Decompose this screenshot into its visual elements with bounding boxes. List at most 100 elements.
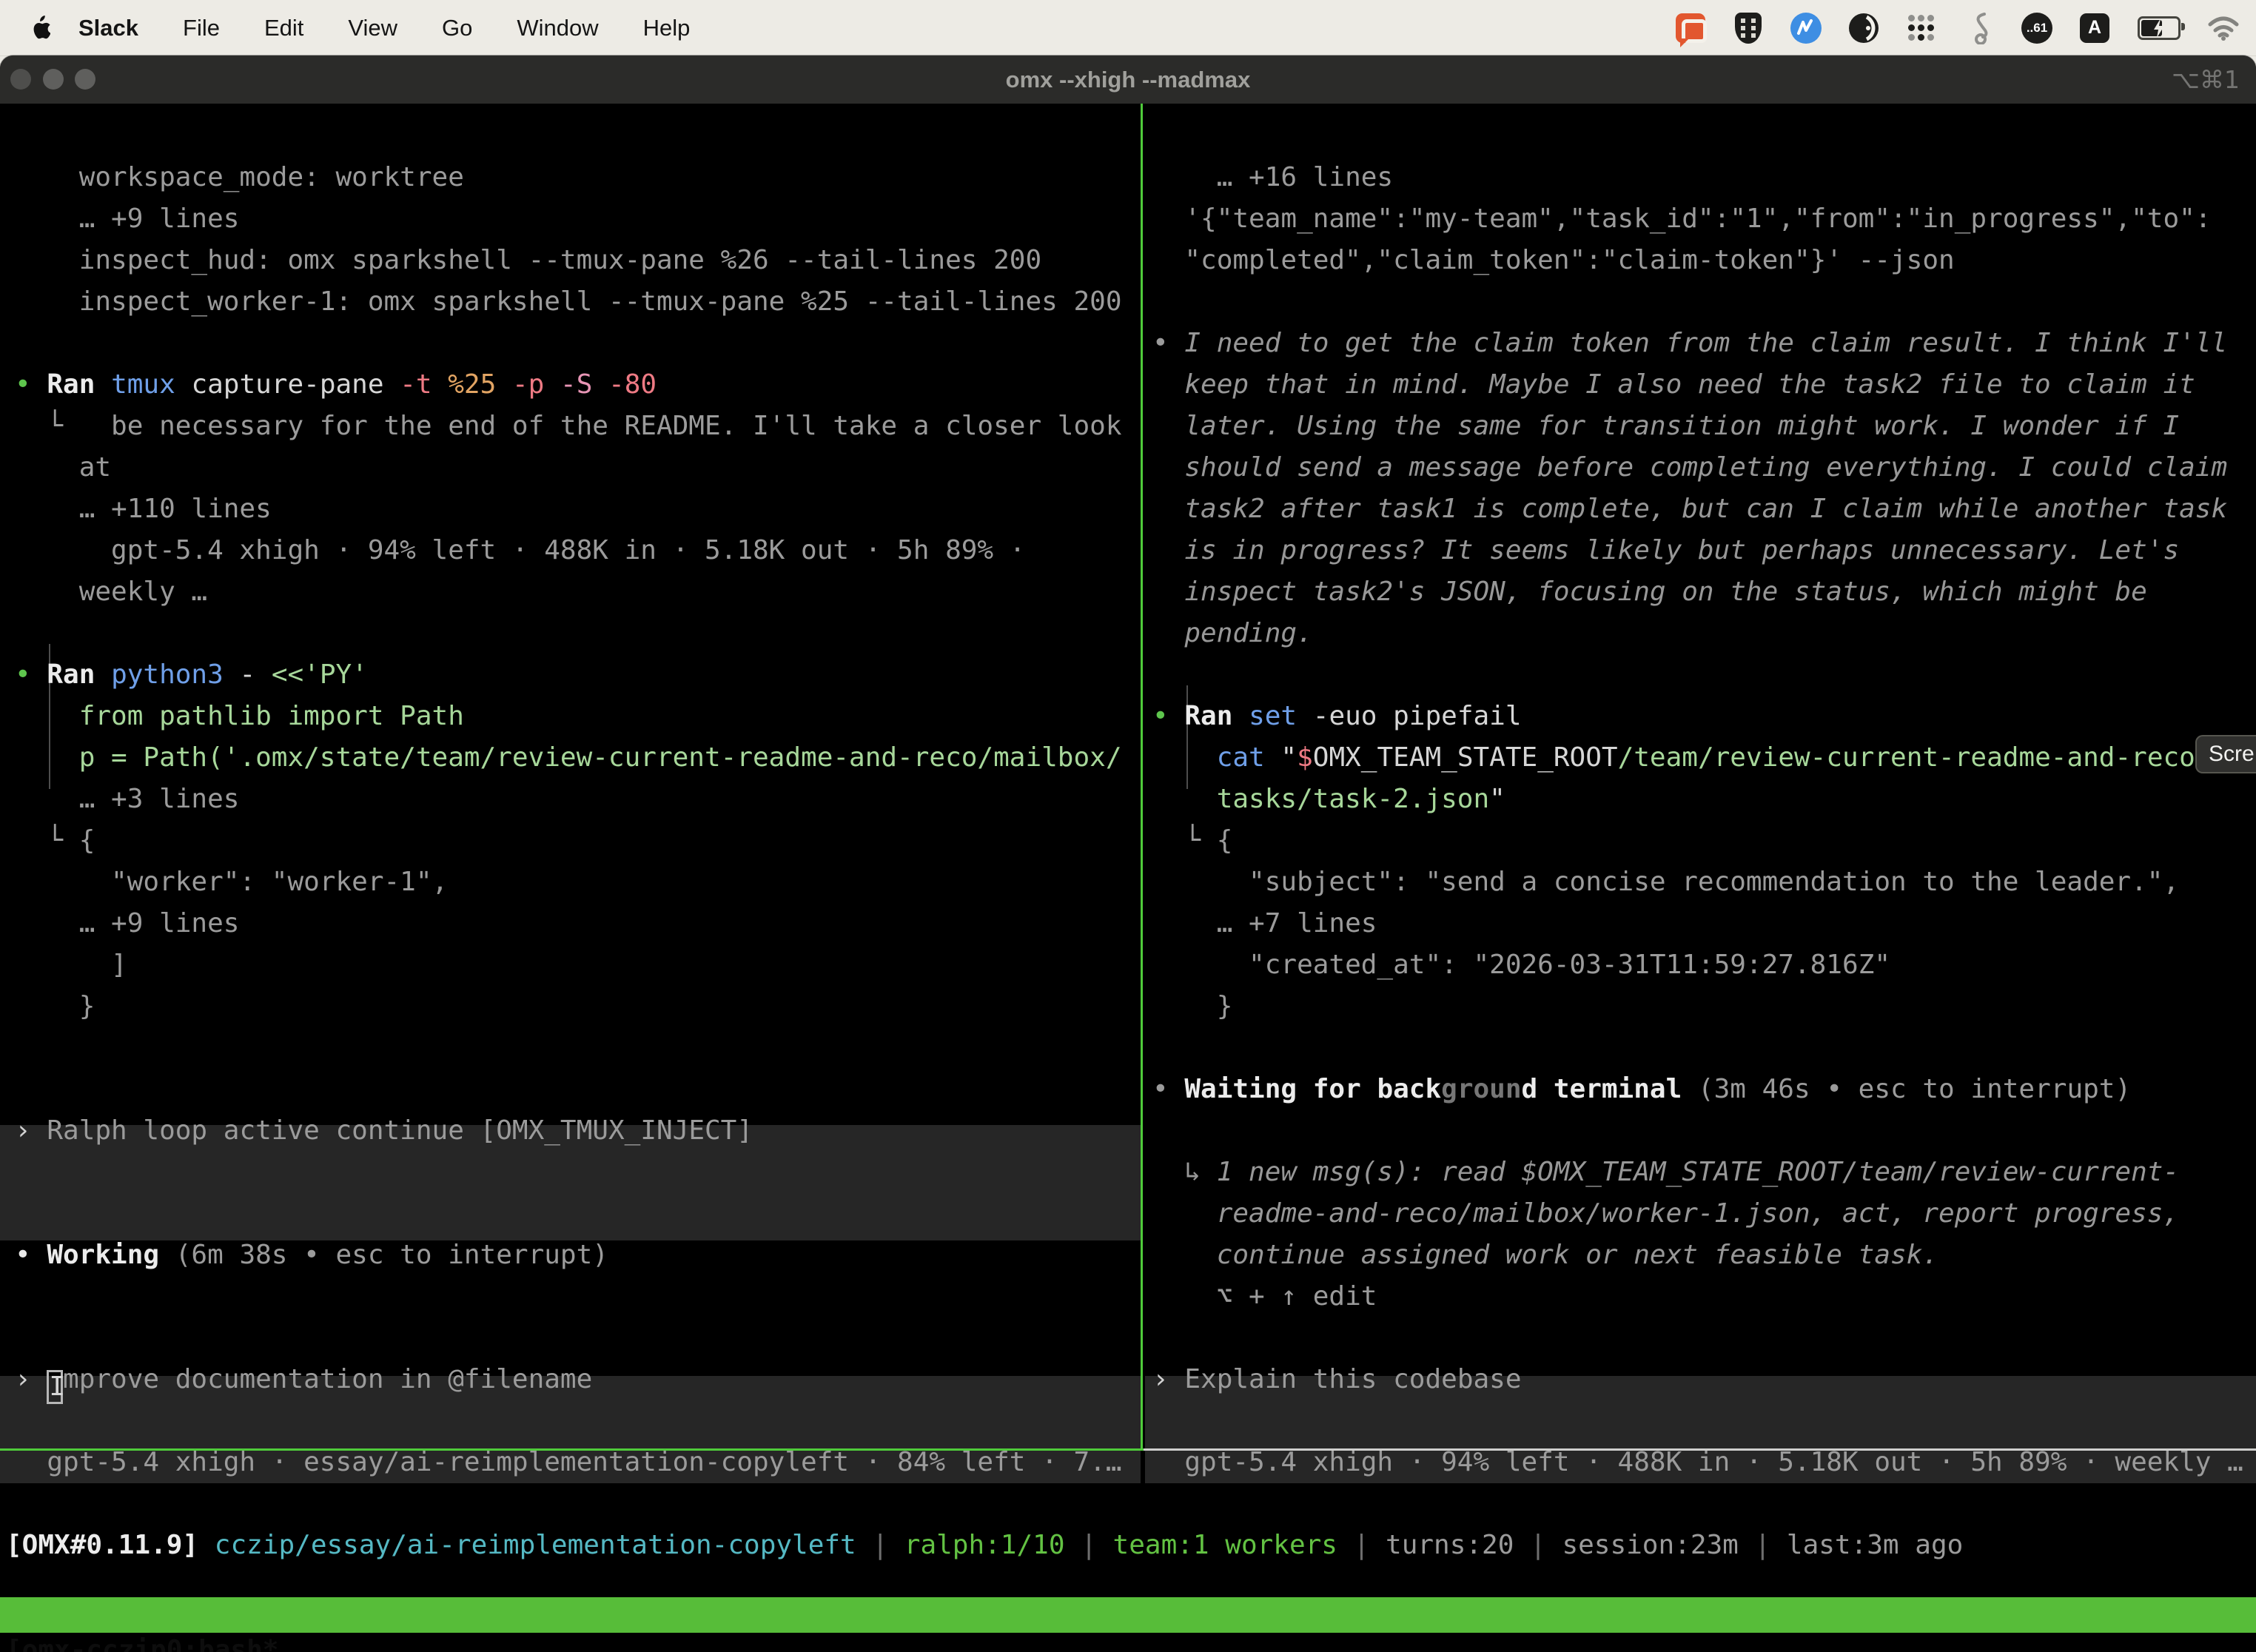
text-segment: task2 after task1 is complete, but can I…	[1152, 494, 2227, 524]
text-segment: (3m 46s • esc to interrupt)	[1682, 1074, 2131, 1104]
text-segment: inspect task2's JSON, focusing on the st…	[1152, 577, 2147, 607]
status-icons: ..61 A	[1674, 12, 2256, 44]
terminal-line: ]	[15, 944, 127, 986]
text-segment: ›	[15, 1364, 47, 1394]
text-segment: pending.	[1152, 618, 1313, 648]
menu-item-view[interactable]: View	[326, 15, 420, 41]
apple-icon[interactable]	[30, 16, 50, 41]
blue-bolt-badge-icon[interactable]	[1790, 12, 1822, 44]
menu-item-edit[interactable]: Edit	[242, 15, 326, 41]
text-segment: I need to get the claim token from the c…	[1184, 328, 2227, 358]
text-segment: gpt-5.4 xhigh · 94% left · 488K in · 5.1…	[1152, 1447, 2243, 1477]
squiggle-icon[interactable]	[1963, 12, 1995, 44]
menu-item-file[interactable]: File	[161, 15, 242, 41]
text-segment: •	[15, 369, 47, 400]
terminal-line: … +3 lines	[15, 779, 239, 820]
terminal-line: • I need to get the claim token from the…	[1152, 323, 2227, 364]
text-segment: Explain this codebase	[1184, 1364, 1521, 1394]
text-segment: … +7 lines	[1152, 908, 1377, 939]
text-segment	[592, 369, 608, 400]
terminal-line: cat "$OMX_TEAM_STATE_ROOT/team/review-cu…	[1152, 737, 2212, 779]
text-segment	[544, 369, 560, 400]
terminal-line: "worker": "worker-1",	[15, 862, 448, 903]
text-segment: |	[1065, 1530, 1113, 1560]
text-segment: }	[1152, 991, 1232, 1021]
text-segment: |	[856, 1530, 904, 1560]
wifi-icon[interactable]	[2207, 12, 2240, 44]
text-segment: workspace_mode: worktree	[15, 162, 464, 192]
terminal-line: workspace_mode: worktree	[15, 157, 464, 198]
text-segment: … +110 lines	[15, 494, 272, 524]
terminal-line: ⌥ + ↑ edit	[1152, 1276, 1377, 1317]
terminal-line: from pathlib import Path	[15, 696, 464, 737]
menu-item-slack[interactable]: Slack	[56, 15, 161, 41]
terminal-line: • Ran python3 - <<'PY'	[15, 654, 368, 696]
model-status-right: gpt-5.4 xhigh · 94% left · 488K in · 5.1…	[1152, 1442, 2243, 1483]
text-segment	[496, 369, 512, 400]
battery-icon[interactable]	[2136, 12, 2182, 44]
text-segment: |	[1337, 1530, 1386, 1560]
window-titlebar: omx --xhigh --madmax ⌥⌘1	[0, 56, 2256, 104]
terminal-line: • Working (6m 38s • esc to interrupt)	[15, 1235, 608, 1276]
text-segment: "created_at": "2026-03-31T11:59:27.816Z"	[1152, 950, 1890, 980]
terminal-line: inspect_hud: omx sparkshell --tmux-pane …	[15, 240, 1041, 281]
text-segment: -80	[608, 369, 657, 400]
text-segment: last:3m ago	[1787, 1530, 1963, 1560]
terminal-line: └ be necessary for the end of the README…	[15, 406, 1122, 447]
text-segment: Waiting for back	[1184, 1074, 1441, 1104]
text-segment: team:1 workers	[1113, 1530, 1337, 1560]
terminal-line: … +110 lines	[15, 488, 272, 530]
text-segment: •	[1152, 701, 1184, 731]
text-segment: -euo pipefail	[1297, 701, 1521, 731]
terminal-line: • Waiting for background terminal (3m 46…	[1152, 1069, 2131, 1110]
model-status-left: gpt-5.4 xhigh · essay/ai-reimplementatio…	[15, 1442, 1122, 1483]
shield-grid-icon[interactable]	[1732, 12, 1765, 44]
text-segment: ›	[15, 1115, 47, 1146]
text-segment: groun	[1441, 1074, 1521, 1104]
tmux-status-bar: [omx-cczip0:bash* "MacBook-Pro-44.local"…	[0, 1597, 2256, 1633]
text-segment: %25	[448, 369, 496, 400]
menu-item-go[interactable]: Go	[420, 15, 494, 41]
dark-pie-icon[interactable]	[1847, 12, 1880, 44]
terminal-line: … +16 lines	[1152, 157, 1393, 198]
menu-item-window[interactable]: Window	[494, 15, 620, 41]
menu-item-help[interactable]: Help	[621, 15, 713, 41]
text-segment: readme-and-reco/mailbox/worker-1.json, a…	[1152, 1198, 2179, 1229]
text-segment: turns:20	[1386, 1530, 1514, 1560]
text-segment: •	[15, 1240, 47, 1270]
terminal-line: "created_at": "2026-03-31T11:59:27.816Z"	[1152, 944, 1890, 986]
text-segment: "worker": "worker-1",	[15, 867, 448, 897]
composer-input-left: › Improve documentation in @filename	[15, 1359, 592, 1400]
text-segment: ⌥ + ↑ edit	[1152, 1281, 1377, 1312]
text-segment: "	[1265, 742, 1297, 773]
terminal-line: is in progress? It seems likely but perh…	[1152, 530, 2179, 571]
text-segment: └ {	[1152, 825, 1232, 856]
text-segment: … +9 lines	[15, 908, 239, 939]
terminal-line: └ {	[15, 820, 95, 862]
tmux-session-label: [omx-cczip0:bash*	[6, 1633, 278, 1652]
text-segment	[198, 1530, 215, 1560]
terminal-line: keep that in mind. Maybe I also need the…	[1152, 364, 2195, 406]
text-segment: weekly …	[15, 577, 207, 607]
chat-badge-icon[interactable]	[1674, 12, 1707, 44]
text-segment: ralph:1/10	[904, 1530, 1065, 1560]
text-segment: •	[1152, 328, 1184, 358]
terminal-line: later. Using the same for transition mig…	[1152, 406, 2179, 447]
text-segment: inspect_hud: omx sparkshell --tmux-pane …	[15, 245, 1041, 275]
pane-divider[interactable]	[1141, 104, 1143, 1448]
text-segment: d terminal	[1522, 1074, 1682, 1104]
terminal-line: ↳ 1 new msg(s): read $OMX_TEAM_STATE_ROO…	[1152, 1152, 2179, 1193]
counter-badge-icon[interactable]: ..61	[2021, 12, 2053, 44]
text-segment: "	[1489, 784, 1505, 814]
text-segment: (6m 38s • esc to interrupt)	[159, 1240, 608, 1270]
terminal-line: p = Path('.omx/state/team/review-current…	[15, 737, 1122, 779]
terminal-line: inspect_worker-1: omx sparkshell --tmux-…	[15, 281, 1122, 323]
input-source-icon[interactable]: A	[2078, 12, 2111, 44]
text-segment: keep that in mind. Maybe I also need the…	[1152, 369, 2195, 400]
text-segment: tasks/task-2.json	[1152, 784, 1489, 814]
text-segment: set	[1249, 701, 1297, 731]
terminal-line: pending.	[1152, 613, 1313, 654]
terminal-line: • Ran set -euo pipefail	[1152, 696, 1522, 737]
dots-grid-icon[interactable]	[1905, 12, 1938, 44]
text-segment: capture-pane	[175, 369, 400, 400]
